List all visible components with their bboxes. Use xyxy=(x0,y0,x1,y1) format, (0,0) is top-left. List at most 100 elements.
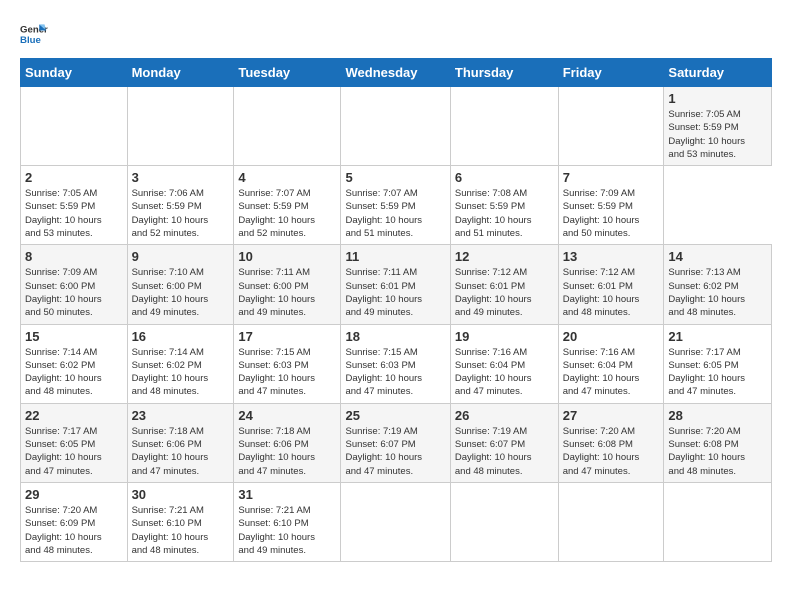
calendar-cell: 19Sunrise: 7:16 AMSunset: 6:04 PMDayligh… xyxy=(450,324,558,403)
day-info: Sunrise: 7:16 AMSunset: 6:04 PMDaylight:… xyxy=(455,346,554,399)
calendar-cell: 5Sunrise: 7:07 AMSunset: 5:59 PMDaylight… xyxy=(341,166,450,245)
day-number: 24 xyxy=(238,408,336,423)
calendar-cell: 11 Sunrise: 7:11 AMSunset: 6:01 PMDayligh… xyxy=(341,245,450,324)
day-number: 10 xyxy=(238,249,336,264)
calendar-cell xyxy=(341,87,450,166)
calendar-cell xyxy=(664,482,772,561)
calendar-cell: 22 Sunrise: 7:17 AMSunset: 6:05 PMDayligh… xyxy=(21,403,128,482)
calendar-cell: 31 Sunrise: 7:21 AMSunset: 6:10 PMDayligh… xyxy=(234,482,341,561)
day-number: 4 xyxy=(238,170,336,185)
calendar-cell: 8 Sunrise: 7:09 AMSunset: 6:00 PMDaylight… xyxy=(21,245,128,324)
calendar-cell: 29 Sunrise: 7:20 AMSunset: 6:09 PMDayligh… xyxy=(21,482,128,561)
svg-text:Blue: Blue xyxy=(20,35,41,46)
day-number: 14 xyxy=(668,249,767,264)
day-number: 30 xyxy=(132,487,230,502)
day-info: Sunrise: 7:16 AMSunset: 6:04 PMDaylight:… xyxy=(563,346,660,399)
day-info: Sunrise: 7:13 AMSunset: 6:02 PMDaylight:… xyxy=(668,266,767,319)
day-number: 15 xyxy=(25,329,123,344)
calendar-week-4: 22 Sunrise: 7:17 AMSunset: 6:05 PMDayligh… xyxy=(21,403,772,482)
calendar-cell: 30Sunrise: 7:21 AMSunset: 6:10 PMDayligh… xyxy=(127,482,234,561)
day-info: Sunrise: 7:09 AMSunset: 6:00 PMDaylight:… xyxy=(25,266,123,319)
calendar-cell: 14 Sunrise: 7:13 AMSunset: 6:02 PMDayligh… xyxy=(664,245,772,324)
calendar-cell: 20 Sunrise: 7:16 AMSunset: 6:04 PMDayligh… xyxy=(558,324,664,403)
calendar-table: SundayMondayTuesdayWednesdayThursdayFrid… xyxy=(20,58,772,562)
calendar-cell: 1Sunrise: 7:05 AMSunset: 5:59 PMDaylight… xyxy=(664,87,772,166)
day-number: 29 xyxy=(25,487,123,502)
day-info: Sunrise: 7:15 AMSunset: 6:03 PMDaylight:… xyxy=(345,346,445,399)
calendar-week-0: 1Sunrise: 7:05 AMSunset: 5:59 PMDaylight… xyxy=(21,87,772,166)
day-info: Sunrise: 7:18 AMSunset: 6:06 PMDaylight:… xyxy=(132,425,230,478)
calendar-cell xyxy=(558,482,664,561)
day-info: Sunrise: 7:08 AMSunset: 5:59 PMDaylight:… xyxy=(455,187,554,240)
calendar-cell: 12 Sunrise: 7:12 AMSunset: 6:01 PMDayligh… xyxy=(450,245,558,324)
calendar-cell: 7 Sunrise: 7:09 AMSunset: 5:59 PMDaylight… xyxy=(558,166,664,245)
calendar-cell xyxy=(21,87,128,166)
day-number: 11 xyxy=(345,249,445,264)
day-number: 3 xyxy=(132,170,230,185)
day-number: 12 xyxy=(455,249,554,264)
day-number: 28 xyxy=(668,408,767,423)
calendar-week-5: 29 Sunrise: 7:20 AMSunset: 6:09 PMDayligh… xyxy=(21,482,772,561)
weekday-header-monday: Monday xyxy=(127,59,234,87)
day-info: Sunrise: 7:10 AMSunset: 6:00 PMDaylight:… xyxy=(132,266,230,319)
day-info: Sunrise: 7:12 AMSunset: 6:01 PMDaylight:… xyxy=(455,266,554,319)
day-number: 25 xyxy=(345,408,445,423)
weekday-header-saturday: Saturday xyxy=(664,59,772,87)
calendar-cell: 2Sunrise: 7:05 AMSunset: 5:59 PMDaylight… xyxy=(21,166,128,245)
day-info: Sunrise: 7:07 AMSunset: 5:59 PMDaylight:… xyxy=(345,187,445,240)
calendar-cell: 3 Sunrise: 7:06 AMSunset: 5:59 PMDaylight… xyxy=(127,166,234,245)
day-info: Sunrise: 7:05 AMSunset: 5:59 PMDaylight:… xyxy=(668,108,767,161)
day-info: Sunrise: 7:17 AMSunset: 6:05 PMDaylight:… xyxy=(668,346,767,399)
calendar-cell: 24 Sunrise: 7:18 AMSunset: 6:06 PMDayligh… xyxy=(234,403,341,482)
day-info: Sunrise: 7:21 AMSunset: 6:10 PMDaylight:… xyxy=(238,504,336,557)
day-number: 27 xyxy=(563,408,660,423)
calendar-cell: 16 Sunrise: 7:14 AMSunset: 6:02 PMDayligh… xyxy=(127,324,234,403)
day-number: 18 xyxy=(345,329,445,344)
calendar-cell: 18 Sunrise: 7:15 AMSunset: 6:03 PMDayligh… xyxy=(341,324,450,403)
calendar-cell: 10Sunrise: 7:11 AMSunset: 6:00 PMDayligh… xyxy=(234,245,341,324)
day-number: 6 xyxy=(455,170,554,185)
calendar-cell xyxy=(341,482,450,561)
calendar-cell: 25 Sunrise: 7:19 AMSunset: 6:07 PMDayligh… xyxy=(341,403,450,482)
day-number: 2 xyxy=(25,170,123,185)
day-info: Sunrise: 7:17 AMSunset: 6:05 PMDaylight:… xyxy=(25,425,123,478)
weekday-header-row: SundayMondayTuesdayWednesdayThursdayFrid… xyxy=(21,59,772,87)
day-number: 22 xyxy=(25,408,123,423)
day-info: Sunrise: 7:20 AMSunset: 6:08 PMDaylight:… xyxy=(668,425,767,478)
calendar-body: 1Sunrise: 7:05 AMSunset: 5:59 PMDaylight… xyxy=(21,87,772,562)
calendar-week-2: 8 Sunrise: 7:09 AMSunset: 6:00 PMDaylight… xyxy=(21,245,772,324)
day-info: Sunrise: 7:19 AMSunset: 6:07 PMDaylight:… xyxy=(345,425,445,478)
calendar-cell: 6 Sunrise: 7:08 AMSunset: 5:59 PMDaylight… xyxy=(450,166,558,245)
day-number: 17 xyxy=(238,329,336,344)
day-info: Sunrise: 7:11 AMSunset: 6:01 PMDaylight:… xyxy=(345,266,445,319)
calendar-cell: 15 Sunrise: 7:14 AMSunset: 6:02 PMDayligh… xyxy=(21,324,128,403)
calendar-cell xyxy=(450,87,558,166)
day-number: 8 xyxy=(25,249,123,264)
day-number: 16 xyxy=(132,329,230,344)
calendar-cell: 27Sunrise: 7:20 AMSunset: 6:08 PMDayligh… xyxy=(558,403,664,482)
day-number: 21 xyxy=(668,329,767,344)
day-number: 31 xyxy=(238,487,336,502)
calendar-cell: 26Sunrise: 7:19 AMSunset: 6:07 PMDayligh… xyxy=(450,403,558,482)
day-number: 20 xyxy=(563,329,660,344)
day-info: Sunrise: 7:06 AMSunset: 5:59 PMDaylight:… xyxy=(132,187,230,240)
calendar-cell xyxy=(450,482,558,561)
day-number: 9 xyxy=(132,249,230,264)
page-header: General Blue xyxy=(20,20,772,48)
day-info: Sunrise: 7:20 AMSunset: 6:09 PMDaylight:… xyxy=(25,504,123,557)
day-info: Sunrise: 7:14 AMSunset: 6:02 PMDaylight:… xyxy=(25,346,123,399)
day-info: Sunrise: 7:18 AMSunset: 6:06 PMDaylight:… xyxy=(238,425,336,478)
weekday-header-tuesday: Tuesday xyxy=(234,59,341,87)
logo-icon: General Blue xyxy=(20,20,48,48)
calendar-cell: 9 Sunrise: 7:10 AMSunset: 6:00 PMDaylight… xyxy=(127,245,234,324)
calendar-week-3: 15 Sunrise: 7:14 AMSunset: 6:02 PMDayligh… xyxy=(21,324,772,403)
day-info: Sunrise: 7:07 AMSunset: 5:59 PMDaylight:… xyxy=(238,187,336,240)
weekday-header-thursday: Thursday xyxy=(450,59,558,87)
day-info: Sunrise: 7:09 AMSunset: 5:59 PMDaylight:… xyxy=(563,187,660,240)
day-number: 7 xyxy=(563,170,660,185)
calendar-week-1: 2Sunrise: 7:05 AMSunset: 5:59 PMDaylight… xyxy=(21,166,772,245)
day-info: Sunrise: 7:14 AMSunset: 6:02 PMDaylight:… xyxy=(132,346,230,399)
calendar-cell: 28 Sunrise: 7:20 AMSunset: 6:08 PMDayligh… xyxy=(664,403,772,482)
calendar-cell xyxy=(234,87,341,166)
calendar-cell: 23Sunrise: 7:18 AMSunset: 6:06 PMDayligh… xyxy=(127,403,234,482)
